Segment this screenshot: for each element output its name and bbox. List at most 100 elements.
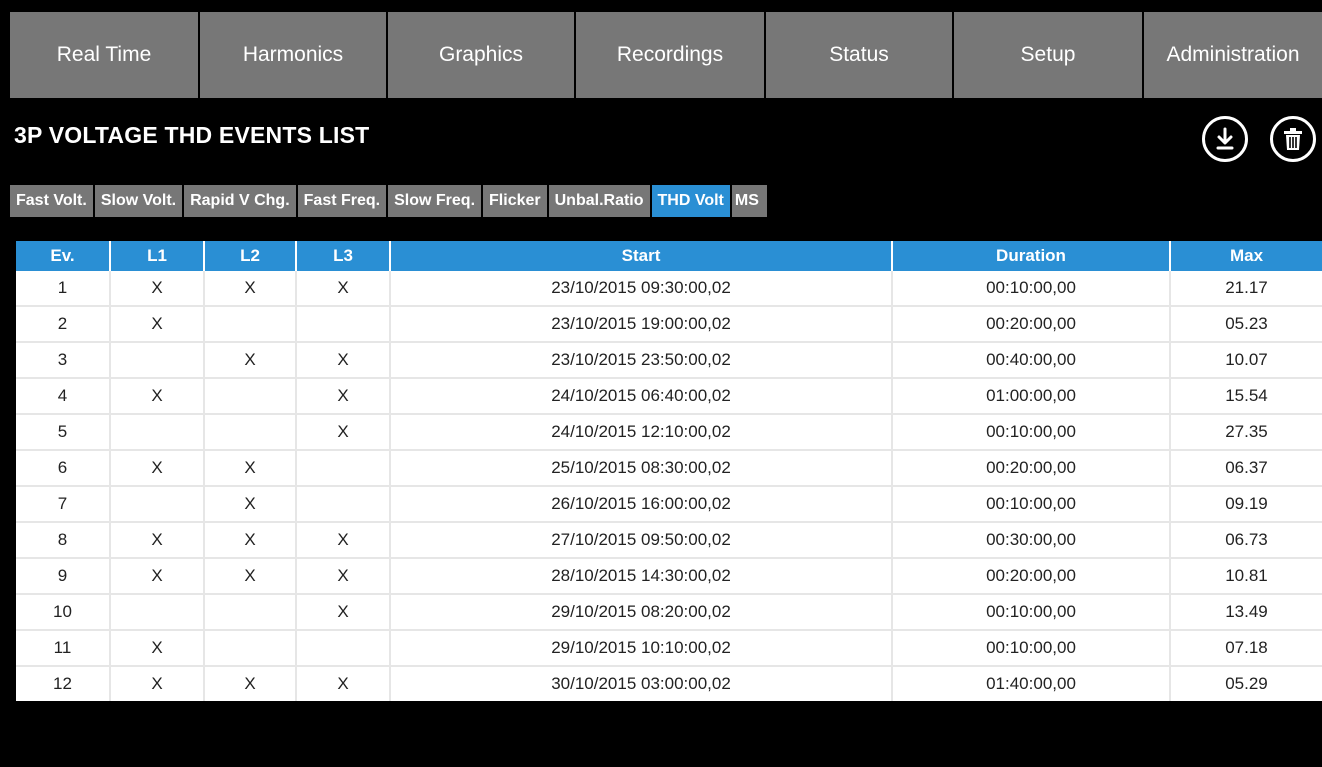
tab-rapid-v-chg[interactable]: Rapid V Chg. [184, 185, 296, 217]
cell-l2: X [204, 342, 297, 379]
column-header-start[interactable]: Start [390, 241, 893, 271]
tab-fast-volt[interactable]: Fast Volt. [10, 185, 93, 217]
column-header-l3[interactable]: L3 [296, 241, 391, 271]
table-body: 1 X X X 23/10/2015 09:30:00,02 00:10:00,00 21.… [16, 271, 1322, 701]
cell-l3 [296, 630, 391, 667]
column-header-duration[interactable]: Duration [892, 241, 1171, 271]
tab-ms[interactable]: MS [731, 185, 767, 217]
cell-ev: 1 [16, 271, 111, 307]
table-row[interactable]: 10 X 29/10/2015 08:20:00,02 00:10:00,00 13.4… [16, 594, 1322, 631]
cell-duration: 00:10:00,00 [892, 594, 1171, 631]
cell-duration: 00:30:00,00 [892, 522, 1171, 559]
table-row[interactable]: 3 X X 23/10/2015 23:50:00,02 00:40:00,00 10.0… [16, 342, 1322, 379]
cell-l3: X [296, 558, 391, 595]
cell-duration: 00:10:00,00 [892, 271, 1171, 307]
nav-tab-graphics[interactable]: Graphics [388, 12, 576, 98]
cell-ev: 4 [16, 378, 111, 415]
cell-max: 10.81 [1170, 558, 1322, 595]
table-row[interactable]: 4 X X 24/10/2015 06:40:00,02 01:00:00,00 15.5… [16, 378, 1322, 415]
cell-l3 [296, 486, 391, 523]
cell-l2 [204, 414, 297, 451]
cell-duration: 00:20:00,00 [892, 450, 1171, 487]
tab-slow-freq[interactable]: Slow Freq. [388, 185, 482, 217]
cell-l2: X [204, 271, 297, 307]
nav-tab-real-time[interactable]: Real Time [10, 12, 200, 98]
nav-tab-administration[interactable]: Administration [1144, 12, 1322, 98]
cell-start: 24/10/2015 06:40:00,02 [390, 378, 893, 415]
table-row[interactable]: 2 X 23/10/2015 19:00:00,02 00:20:00,00 05.23 [16, 306, 1322, 343]
nav-tab-status[interactable]: Status [766, 12, 954, 98]
nav-tab-setup[interactable]: Setup [954, 12, 1144, 98]
cell-l3: X [296, 271, 391, 307]
cell-l3 [296, 306, 391, 343]
cell-l2 [204, 378, 297, 415]
cell-max: 05.29 [1225, 674, 1268, 693]
table-header-row: Ev. L1 L2 L3 Start Duration Max [16, 241, 1322, 271]
cell-max: 05.23 [1170, 306, 1322, 343]
cell-start: 24/10/2015 12:10:00,02 [390, 414, 893, 451]
cell-l3: X [296, 342, 391, 379]
cell-l2: X [204, 522, 297, 559]
cell-start: 23/10/2015 09:30:00,02 [390, 271, 893, 307]
cell-l3: X [296, 666, 391, 701]
table-row[interactable]: 11 X 29/10/2015 10:10:00,02 00:10:00,00 07.1… [16, 630, 1322, 667]
cell-l3 [296, 450, 391, 487]
cell-duration: 01:00:00,00 [892, 378, 1171, 415]
cell-ev: 5 [16, 414, 111, 451]
column-header-l1[interactable]: L1 [110, 241, 205, 271]
table-row[interactable]: 7 X 26/10/2015 16:00:00,02 00:10:00,00 09.19 [16, 486, 1322, 523]
cell-l2: X [204, 450, 297, 487]
nav-tab-harmonics[interactable]: Harmonics [200, 12, 388, 98]
cell-l3: X [296, 522, 391, 559]
cell-l3: X [296, 414, 391, 451]
cell-duration: 00:40:00,00 [892, 342, 1171, 379]
cell-l1: X [110, 378, 205, 415]
cell-duration: 00:10:00,00 [892, 630, 1171, 667]
tab-flicker[interactable]: Flicker [483, 185, 547, 217]
cell-l1 [110, 342, 205, 379]
table-row[interactable]: 9 X X X 28/10/2015 14:30:00,02 00:20:00,00 10.… [16, 558, 1322, 595]
cell-start: 23/10/2015 19:00:00,02 [390, 306, 893, 343]
cell-start: 26/10/2015 16:00:00,02 [390, 486, 893, 523]
cell-l1: X [110, 522, 205, 559]
cell-l2: X [204, 486, 297, 523]
cell-duration: 00:20:00,00 [892, 306, 1171, 343]
cell-duration: 00:10:00,00 [892, 414, 1171, 451]
cell-l2: X [204, 558, 297, 595]
column-header-ev[interactable]: Ev. [16, 241, 111, 271]
tab-unbal-ratio[interactable]: Unbal.Ratio [548, 185, 650, 217]
tab-thd-volt[interactable]: THD Volt [651, 185, 730, 217]
tab-fast-freq[interactable]: Fast Freq. [297, 185, 387, 217]
cell-duration: 00:10:00,00 [892, 486, 1171, 523]
trash-icon [1284, 128, 1302, 150]
cell-max: 21.17 [1170, 271, 1322, 307]
cell-ev: 9 [16, 558, 111, 595]
cell-l1: X [110, 558, 205, 595]
download-button[interactable] [1202, 116, 1248, 162]
cell-ev: 7 [16, 486, 111, 523]
cell-ev: 8 [16, 522, 111, 559]
table-row[interactable]: 12 X X X 30/10/2015 03:00:00,02 01:40:00,00 05… [16, 666, 1322, 701]
cell-max: 15.54 [1170, 378, 1322, 415]
app-window: Real Time Harmonics Graphics Recordings … [0, 0, 1322, 767]
event-type-tabs: Fast Volt. Slow Volt. Rapid V Chg. Fast … [10, 185, 769, 217]
cell-duration: 00:20:00,00 [892, 558, 1171, 595]
column-header-max[interactable]: Max [1170, 241, 1322, 271]
delete-button[interactable] [1270, 116, 1316, 162]
table-row[interactable]: 1 X X X 23/10/2015 09:30:00,02 00:10:00,00 21.… [16, 271, 1322, 307]
cell-l2 [204, 630, 297, 667]
tab-slow-volt[interactable]: Slow Volt. [94, 185, 183, 217]
table-row[interactable]: 6 X X 25/10/2015 08:30:00,02 00:20:00,00 06.3… [16, 450, 1322, 487]
cell-l1: X [110, 630, 205, 667]
events-table: Ev. L1 L2 L3 Start Duration Max 1 X X X 23/1… [16, 241, 1322, 701]
cell-start: 28/10/2015 14:30:00,02 [390, 558, 893, 595]
column-header-l2[interactable]: L2 [204, 241, 297, 271]
download-icon [1216, 127, 1234, 150]
cell-start: 29/10/2015 10:10:00,02 [390, 630, 893, 667]
table-row[interactable]: 5 X 24/10/2015 12:10:00,02 00:10:00,00 27.35 [16, 414, 1322, 451]
nav-tab-recordings[interactable]: Recordings [576, 12, 766, 98]
cell-start: 30/10/2015 03:00:00,02 [390, 666, 893, 701]
cell-l1: X [110, 306, 205, 343]
table-row[interactable]: 8 X X X 27/10/2015 09:50:00,02 00:30:00,00 06.… [16, 522, 1322, 559]
cell-ev: 11 [16, 630, 111, 667]
